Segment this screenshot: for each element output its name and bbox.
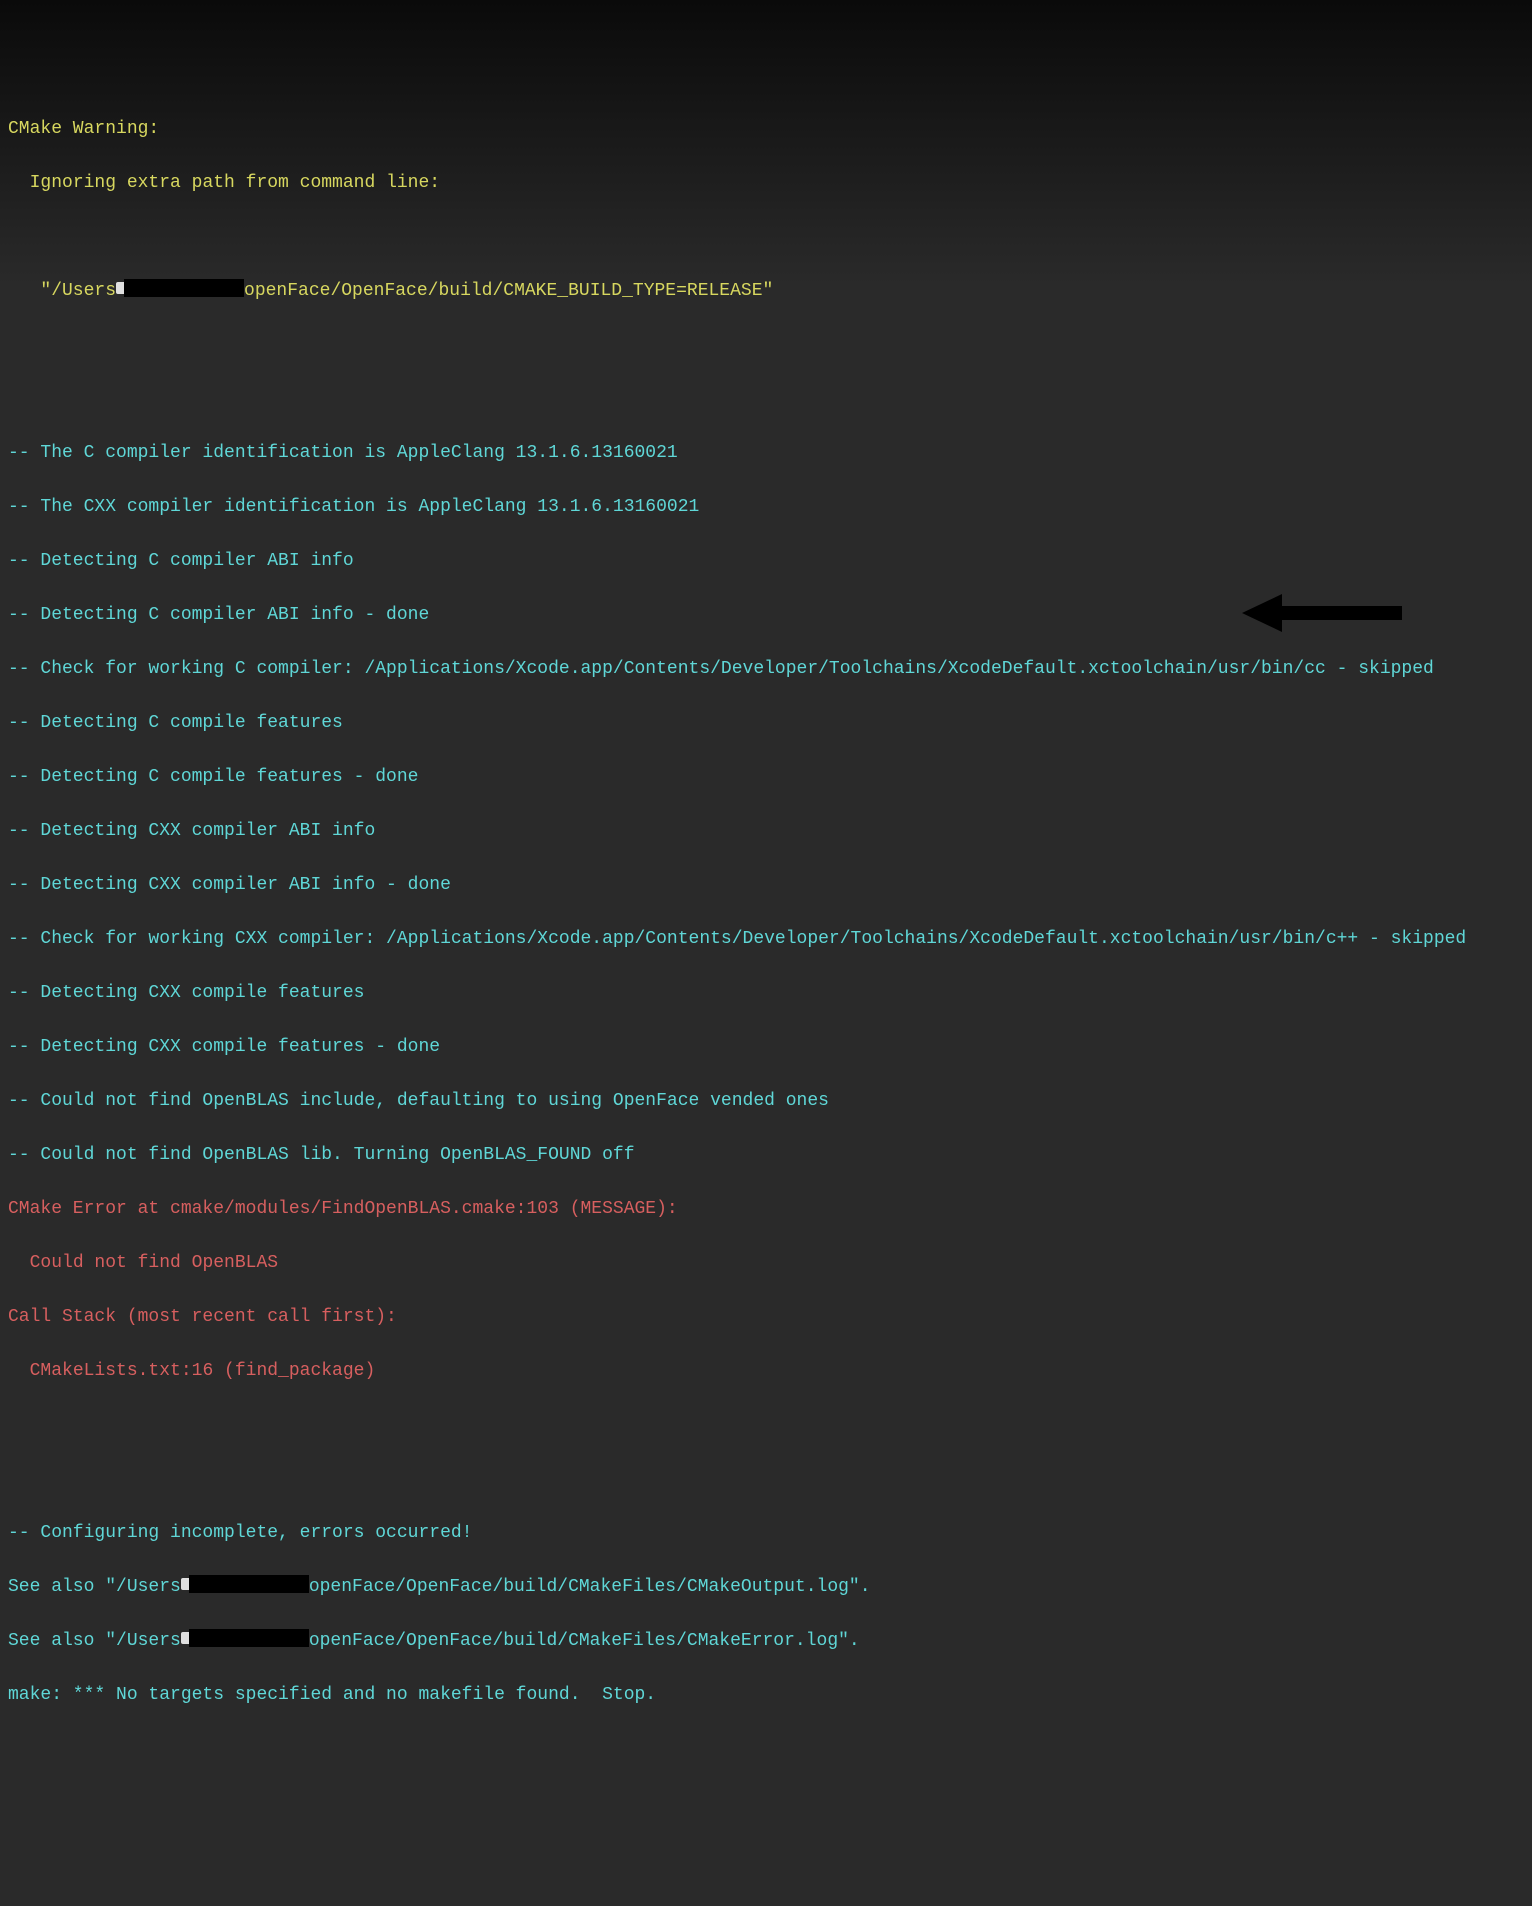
cmake-info-line: -- Check for working C compiler: /Applic…	[8, 656, 1532, 683]
cmake-error-line: CMake Error at cmake/modules/FindOpenBLA…	[8, 1196, 1532, 1223]
cmake-info-line: -- Detecting C compile features - done	[8, 764, 1532, 791]
cmake-error-line: CMakeLists.txt:16 (find_package)	[8, 1358, 1532, 1385]
cmake-info-line: -- Detecting CXX compile features - done	[8, 1034, 1532, 1061]
cmake-log-error: See also "/UsersopenFace/OpenFace/build/…	[8, 1628, 1532, 1655]
cmake-error-line: Could not find OpenBLAS	[8, 1250, 1532, 1277]
cmake-warning-path: "/UsersopenFace/OpenFace/build/CMAKE_BUI…	[8, 278, 1532, 305]
cmake-info-line: -- Could not find OpenBLAS include, defa…	[8, 1088, 1532, 1115]
redacted-block	[189, 1575, 309, 1593]
redacted-block	[124, 279, 244, 297]
make-error-line: make: *** No targets specified and no ma…	[8, 1682, 1532, 1709]
cmake-info-line: -- Detecting CXX compile features	[8, 980, 1532, 1007]
cmake-configure-error: -- Configuring incomplete, errors occurr…	[8, 1520, 1532, 1547]
blank-line	[8, 1412, 1532, 1439]
cmake-info-line: -- Detecting CXX compiler ABI info - don…	[8, 872, 1532, 899]
cmake-info-line: -- Detecting CXX compiler ABI info	[8, 818, 1532, 845]
cmake-info-line: -- Check for working CXX compiler: /Appl…	[8, 926, 1532, 953]
redacted-block	[189, 1629, 309, 1647]
blank-line	[8, 386, 1532, 413]
blank-line	[8, 332, 1532, 359]
cmake-info-line: -- Could not find OpenBLAS lib. Turning …	[8, 1142, 1532, 1169]
blank-line	[8, 1466, 1532, 1493]
cmake-warning-detail: Ignoring extra path from command line:	[8, 170, 1532, 197]
cmake-warning-header: CMake Warning:	[8, 116, 1532, 143]
cmake-info-line: -- The C compiler identification is Appl…	[8, 440, 1532, 467]
cmake-log-output: See also "/UsersopenFace/OpenFace/build/…	[8, 1574, 1532, 1601]
cmake-error-line: Call Stack (most recent call first):	[8, 1304, 1532, 1331]
blank-line	[8, 224, 1532, 251]
annotation-arrow-icon	[1242, 538, 1402, 580]
cmake-info-line: -- Detecting C compile features	[8, 710, 1532, 737]
cmake-info-line: -- The CXX compiler identification is Ap…	[8, 494, 1532, 521]
